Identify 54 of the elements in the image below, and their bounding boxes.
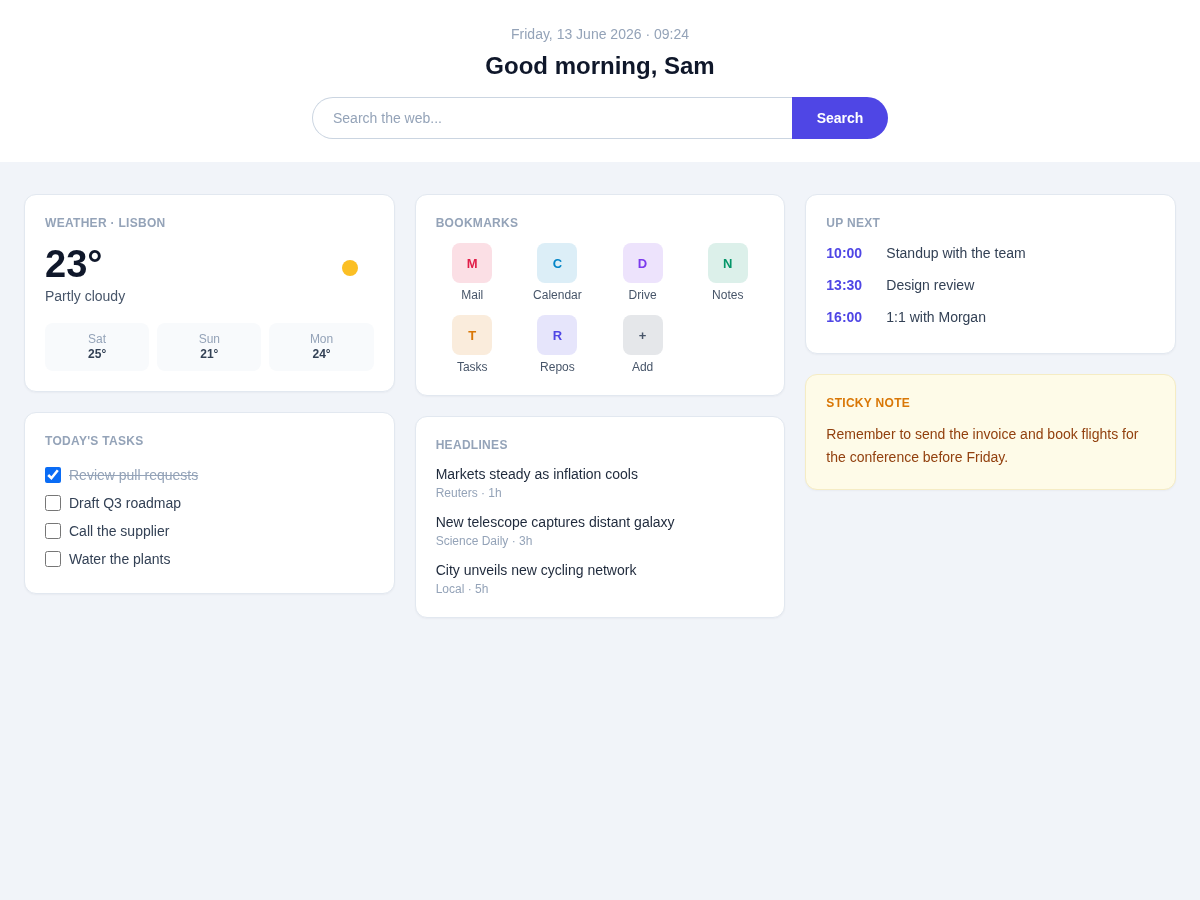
event-title: Design review xyxy=(886,277,975,293)
card-title: BOOKMARKS xyxy=(435,215,520,231)
task-checkbox[interactable] xyxy=(45,467,61,483)
card-title: HEADLINES xyxy=(435,437,509,453)
sun-icon xyxy=(341,260,358,276)
bookmark-label: Drive xyxy=(628,287,657,303)
headline-source: Local · 5h xyxy=(435,581,490,597)
headline-link[interactable]: Markets steady as inflation cools xyxy=(435,465,638,483)
temperature: 23° xyxy=(45,243,104,285)
task-checkbox[interactable] xyxy=(45,551,61,567)
bookmark-tile[interactable]: N xyxy=(707,243,748,283)
weather-condition: Partly cloudy xyxy=(45,287,126,305)
headline-link[interactable]: City unveils new cycling network xyxy=(435,561,637,579)
forecast-temperature: 24° xyxy=(312,347,331,362)
forecast-temperature: 21° xyxy=(200,347,219,362)
task-label: Water the plants xyxy=(69,551,171,567)
forecast-temperature: 25° xyxy=(88,347,107,362)
bookmark-label: Tasks xyxy=(456,359,488,375)
bookmark-label: Mail xyxy=(461,287,484,303)
note-text: Remember to send the invoice and book flights for the conference before Friday. xyxy=(826,425,1140,467)
headline-link[interactable]: New telescope captures distant galaxy xyxy=(435,513,675,531)
task-label: Review pull requests xyxy=(69,467,199,483)
bookmark-tile[interactable]: R xyxy=(537,315,578,355)
forecast-day: Sat xyxy=(88,332,107,347)
card-title: STICKY NOTE xyxy=(826,395,912,411)
bookmark-tile[interactable]: C xyxy=(537,243,578,283)
headline-source: Reuters · 1h xyxy=(435,485,503,501)
task-checkbox[interactable] xyxy=(45,495,61,511)
task-label: Call the supplier xyxy=(69,523,170,539)
bookmark-label: Add xyxy=(631,359,654,375)
search-button[interactable]: Search xyxy=(792,97,888,139)
forecast-day: Mon xyxy=(309,332,334,347)
card-title: WEATHER · LISBON xyxy=(45,215,167,231)
bookmark-label: Repos xyxy=(540,359,575,375)
greeting-heading: Good morning, Sam xyxy=(485,51,715,81)
bookmark-tile[interactable]: M xyxy=(452,243,493,283)
task-checkbox[interactable] xyxy=(45,523,61,539)
event-title: 1:1 with Morgan xyxy=(886,309,986,325)
event-time: 10:00 xyxy=(826,245,864,261)
bookmark-tile[interactable]: D xyxy=(622,243,663,283)
bookmark-tile[interactable]: + xyxy=(622,315,663,355)
bookmark-tile[interactable]: T xyxy=(452,315,493,355)
date-time: Friday, 13 June 2026 · 09:24 xyxy=(511,25,689,43)
forecast-day: Sun xyxy=(198,332,220,347)
event-title: Standup with the team xyxy=(886,245,1026,261)
card-title: TODAY'S TASKS xyxy=(45,433,145,449)
event-time: 13:30 xyxy=(826,277,864,293)
search-field[interactable]: Search the web... xyxy=(312,97,792,139)
event-time: 16:00 xyxy=(826,309,864,325)
task-label: Draft Q3 roadmap xyxy=(69,495,182,511)
headline-source: Science Daily · 3h xyxy=(435,533,534,549)
card-title: UP NEXT xyxy=(826,215,882,231)
bookmark-label: Notes xyxy=(712,287,744,303)
bookmark-label: Calendar xyxy=(533,287,582,303)
